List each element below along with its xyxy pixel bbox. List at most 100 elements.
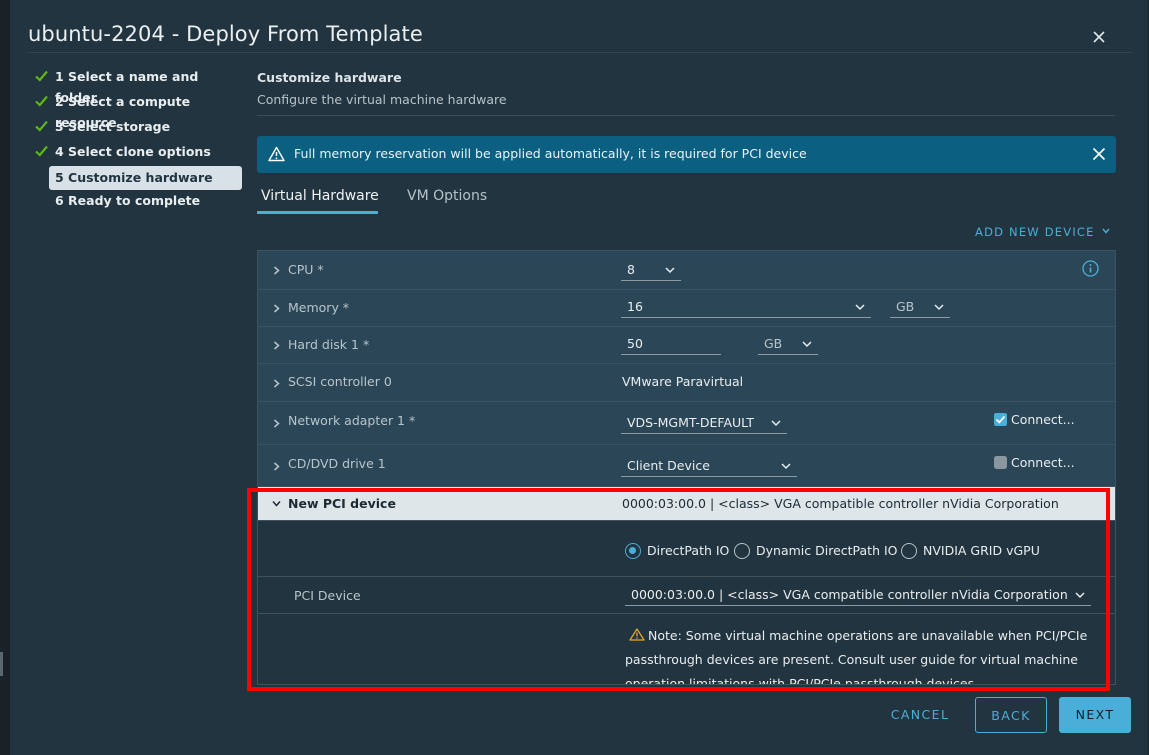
step-content: Customize hardware Configure the virtual…: [257, 70, 1117, 685]
pci-note-row: Note: Some virtual machine operations ar…: [258, 614, 1115, 684]
step-clone-options[interactable]: 4 Select clone options: [32, 141, 242, 166]
add-device-label: ADD NEW DEVICE: [975, 225, 1095, 239]
check-icon: [35, 70, 48, 82]
network-value: VDS-MGMT-DEFAULT: [627, 415, 755, 430]
step-ready-to-complete[interactable]: 6 Ready to complete: [32, 190, 242, 215]
step-label: 3 Select storage: [55, 119, 171, 134]
chevron-right-icon[interactable]: [272, 304, 281, 313]
alert-banner: Full memory reservation will be applied …: [257, 136, 1116, 173]
cpu-value: 8: [627, 262, 635, 277]
check-icon: [35, 95, 48, 107]
pci-device-select[interactable]: 0000:03:00.0 | <class> VGA compatible co…: [625, 584, 1091, 606]
step-select-storage[interactable]: 3 Select storage: [32, 116, 242, 141]
close-icon[interactable]: [1092, 30, 1106, 44]
disk-unit-select[interactable]: GB: [758, 333, 818, 355]
virtual-hardware-list: CPU * 8 Memory * 16 GB Hard disk 1 * 50 …: [257, 250, 1116, 685]
row-label: SCSI controller 0: [288, 374, 392, 389]
memory-unit: GB: [896, 299, 915, 314]
connect-label: Connect...: [1011, 412, 1075, 427]
step-label: 6 Ready to complete: [55, 193, 201, 208]
cd-dvd-value: Client Device: [627, 458, 710, 473]
chevron-right-icon[interactable]: [272, 266, 281, 275]
cancel-button[interactable]: CANCEL: [880, 697, 960, 733]
chevron-right-icon[interactable]: [272, 419, 281, 428]
radio-label: NVIDIA GRID vGPU: [923, 543, 1040, 558]
chevron-down-icon: [855, 304, 865, 311]
connect-checkbox[interactable]: [994, 456, 1007, 469]
hardware-row-network-adapter: Network adapter 1 * VDS-MGMT-DEFAULT Con…: [258, 402, 1115, 445]
memory-value: 16: [627, 299, 643, 314]
dynamic-directpath-io-radio[interactable]: [734, 543, 750, 559]
chevron-down-icon: [1075, 592, 1085, 599]
memory-unit-select[interactable]: GB: [890, 296, 950, 318]
pci-note-text: Note: Some virtual machine operations ar…: [625, 628, 1088, 684]
deploy-dialog: ubuntu-2204 - Deploy From Template 1 Sel…: [10, 0, 1147, 755]
network-select[interactable]: VDS-MGMT-DEFAULT: [621, 412, 787, 434]
check-icon: [35, 145, 48, 157]
pci-device-value: 0000:03:00.0 | <class> VGA compatible co…: [631, 587, 1068, 602]
title-divider: [28, 52, 1132, 53]
cpu-select[interactable]: 8: [621, 259, 681, 281]
disk-size-input[interactable]: 50: [621, 333, 721, 355]
section-divider: [257, 115, 1115, 116]
cd-dvd-select[interactable]: Client Device: [621, 455, 797, 477]
chevron-down-icon: [1102, 228, 1111, 234]
connect-label: Connect...: [1011, 455, 1075, 470]
alert-text: Full memory reservation will be applied …: [294, 146, 807, 161]
section-subtitle: Configure the virtual machine hardware: [257, 92, 507, 107]
warning-icon: [629, 628, 645, 641]
background-edge-mark: [0, 652, 3, 676]
connect-checkbox[interactable]: [994, 413, 1007, 426]
radio-label: Dynamic DirectPath IO: [756, 543, 898, 558]
pci-device-row: PCI Device 0000:03:00.0 | <class> VGA co…: [258, 577, 1115, 614]
pci-mode-row: DirectPath IO Dynamic DirectPath IO NVID…: [258, 521, 1115, 577]
directpath-io-radio[interactable]: [625, 543, 641, 559]
disk-unit: GB: [764, 336, 783, 351]
background-edge: [0, 0, 10, 755]
row-label: CPU *: [288, 262, 324, 277]
step-select-name[interactable]: 1 Select a name and folder: [32, 66, 242, 105]
back-button[interactable]: BACK: [975, 697, 1047, 733]
tab-virtual-hardware[interactable]: Virtual Hardware: [261, 188, 379, 204]
check-icon: [35, 120, 48, 132]
pci-note: Note: Some virtual machine operations ar…: [625, 624, 1095, 684]
close-icon[interactable]: [1092, 147, 1106, 161]
chevron-right-icon[interactable]: [272, 462, 281, 471]
pci-summary: 0000:03:00.0 | <class> VGA compatible co…: [622, 496, 1059, 511]
pci-device-label: PCI Device: [294, 588, 361, 603]
chevron-down-icon: [934, 304, 944, 311]
active-tab-indicator: [257, 211, 378, 214]
scsi-value: VMware Paravirtual: [622, 374, 744, 389]
hardware-row-scsi: SCSI controller 0 VMware Paravirtual: [258, 364, 1115, 402]
step-label: 4 Select clone options: [55, 144, 211, 159]
step-label: 5 Customize hardware: [55, 170, 213, 185]
hardware-row-pci-device: New PCI device 0000:03:00.0 | <class> VG…: [258, 487, 1115, 521]
warning-icon: [268, 146, 285, 162]
hardware-row-memory: Memory * 16 GB: [258, 290, 1115, 327]
disk-value: 50: [627, 336, 643, 351]
wizard-steps: 1 Select a name and folder 2 Select a co…: [32, 66, 242, 215]
chevron-down-icon[interactable]: [272, 499, 281, 508]
chevron-right-icon[interactable]: [272, 341, 281, 350]
row-label: Hard disk 1 *: [288, 337, 370, 352]
hardware-row-cd-dvd: CD/DVD drive 1 Client Device Connect...: [258, 445, 1115, 487]
chevron-down-icon: [802, 341, 812, 348]
row-label: New PCI device: [288, 496, 396, 511]
radio-label: DirectPath IO: [647, 543, 730, 558]
row-label: Network adapter 1 *: [288, 413, 416, 428]
step-compute-resource[interactable]: 2 Select a compute resource: [32, 91, 242, 130]
next-button[interactable]: NEXT: [1059, 697, 1131, 733]
chevron-down-icon: [781, 463, 791, 470]
step-customize-hardware[interactable]: 5 Customize hardware: [49, 166, 242, 190]
chevron-right-icon[interactable]: [272, 379, 281, 388]
dialog-title: ubuntu-2204 - Deploy From Template: [28, 22, 423, 46]
nvidia-grid-vgpu-radio[interactable]: [901, 543, 917, 559]
memory-input[interactable]: 16: [621, 296, 871, 318]
row-label: Memory *: [288, 300, 350, 315]
add-new-device-button[interactable]: ADD NEW DEVICE: [975, 225, 1111, 239]
hardware-row-hard-disk: Hard disk 1 * 50 GB: [258, 327, 1115, 364]
section-title: Customize hardware: [257, 70, 402, 85]
tab-vm-options[interactable]: VM Options: [407, 188, 487, 204]
chevron-down-icon: [771, 420, 781, 427]
info-icon[interactable]: [1082, 260, 1099, 277]
